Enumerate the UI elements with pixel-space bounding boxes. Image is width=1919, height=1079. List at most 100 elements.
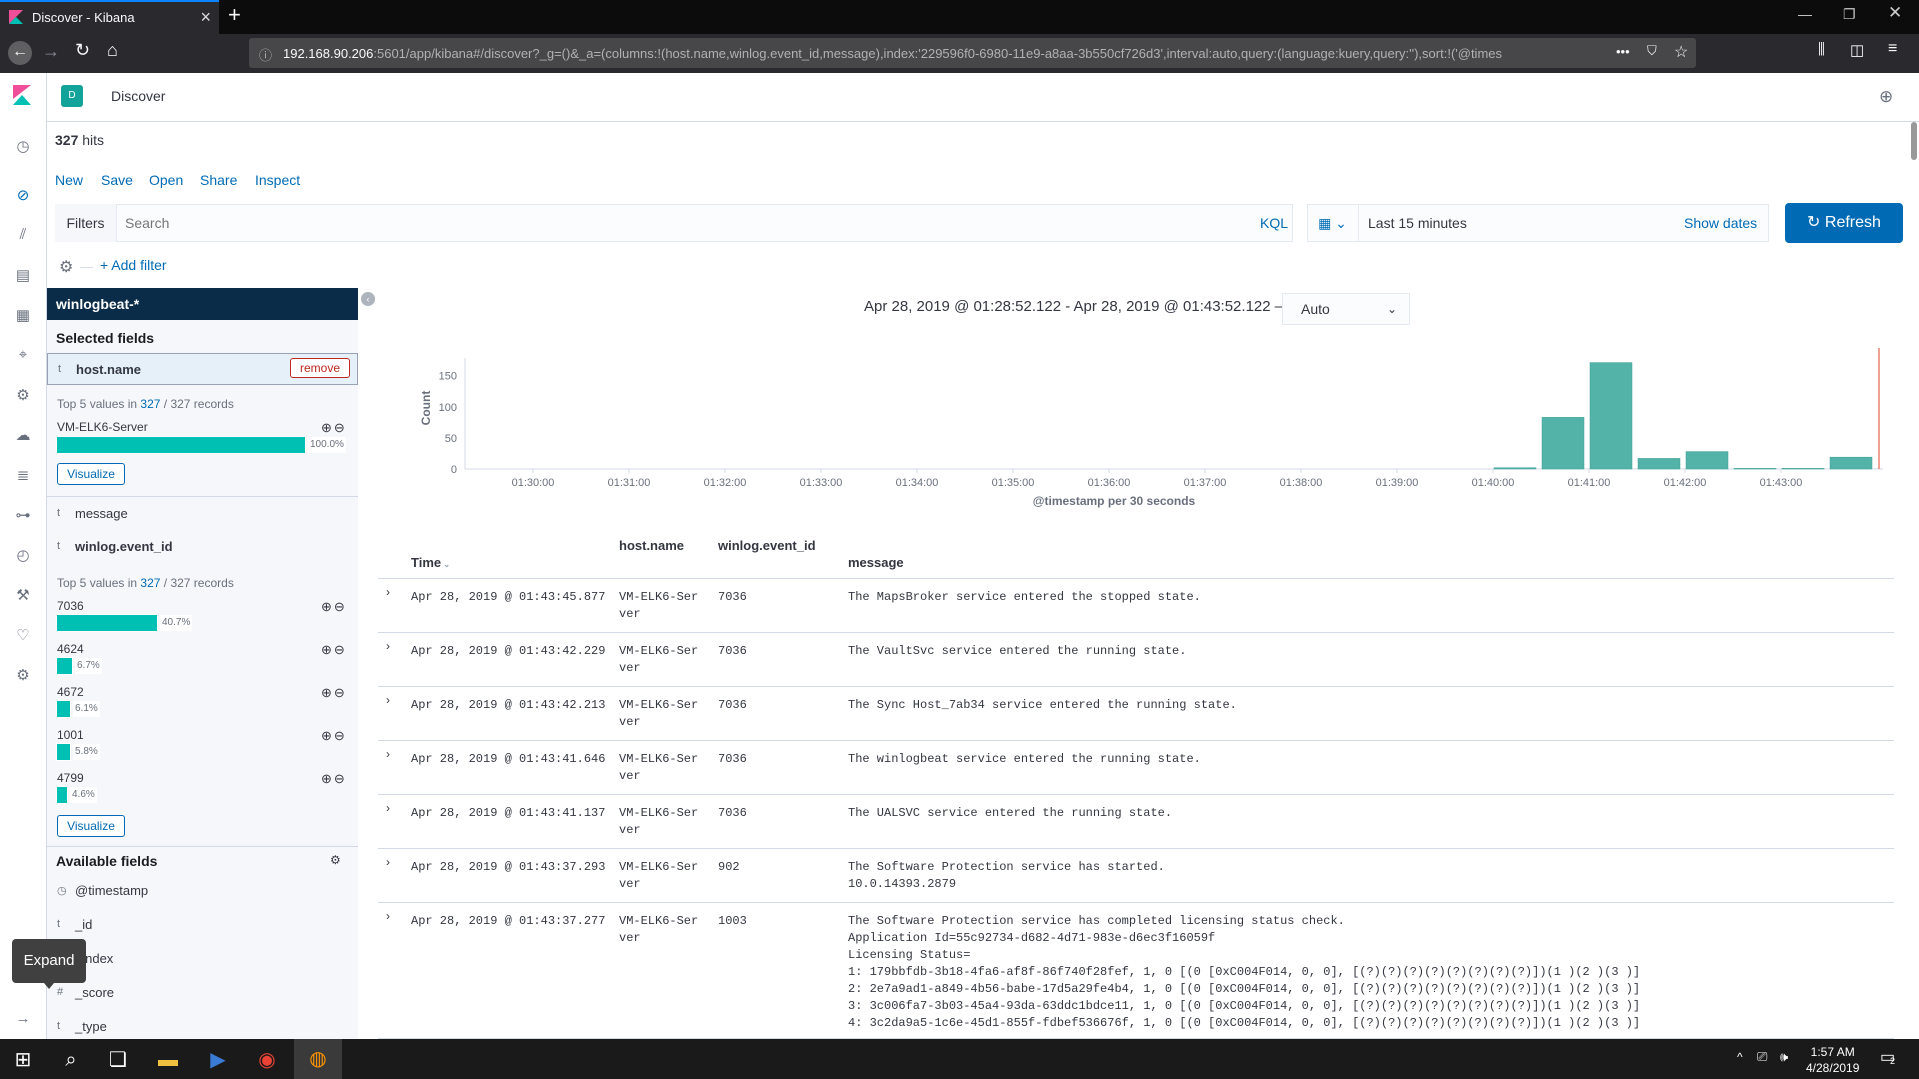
table-row[interactable]: › Apr 28, 2019 @ 01:43:41.646 VM-ELK6-Ser … [378, 741, 1894, 795]
pocket-icon[interactable]: ⛉ [1647, 43, 1657, 59]
field-id[interactable]: t _id [47, 909, 358, 941]
filter-magnify-icon[interactable]: ⊕⊖ [321, 420, 347, 436]
infrastructure-icon[interactable]: ☁ [14, 426, 32, 444]
field-message[interactable]: t message [47, 498, 358, 530]
ml-icon[interactable]: ⚙ [14, 386, 32, 404]
space-badge[interactable]: D [61, 85, 83, 107]
management-icon[interactable]: ⚙ [14, 666, 32, 684]
task-view-icon[interactable]: ❏ [104, 1046, 132, 1074]
file-explorer-icon[interactable]: ▬ [154, 1046, 182, 1074]
table-row[interactable]: › Apr 28, 2019 @ 01:43:37.293 VM-ELK6-Ser … [378, 849, 1894, 903]
field-index[interactable]: t_index [47, 943, 358, 975]
table-row[interactable]: › Apr 28, 2019 @ 01:43:37.277 VM-ELK6-Ser … [378, 903, 1894, 1039]
filter-magnify-icon[interactable]: ⊕⊖ [321, 642, 347, 658]
apm-icon[interactable]: ⊶ [14, 506, 32, 524]
field-event-id[interactable]: t winlog.event_id [47, 531, 358, 563]
row-expand-icon[interactable]: › [386, 639, 390, 653]
firefox-icon[interactable]: ◍ [294, 1039, 342, 1079]
remove-button[interactable]: remove [290, 358, 350, 378]
bookmark-star-icon[interactable]: ☆ [1674, 42, 1688, 62]
maps-icon[interactable]: ⌖ [14, 346, 32, 364]
filter-magnify-icon[interactable]: ⊕⊖ [321, 599, 347, 615]
filter-magnify-icon[interactable]: ⊕⊖ [321, 771, 347, 787]
logs-icon[interactable]: ≣ [14, 466, 32, 484]
new-link[interactable]: New [55, 172, 83, 188]
filter-magnify-icon[interactable]: ⊕⊖ [321, 728, 347, 744]
share-link[interactable]: Share [200, 172, 237, 188]
index-pattern[interactable]: winlogbeat-* [47, 288, 358, 320]
save-link[interactable]: Save [101, 172, 133, 188]
column-event-id[interactable]: winlog.event_id [718, 538, 816, 553]
taskbar-clock[interactable]: 1:57 AM 4/28/2019 [1806, 1044, 1859, 1076]
devtools-icon[interactable]: ⚒ [14, 586, 32, 604]
row-expand-icon[interactable]: › [386, 855, 390, 869]
minimize-icon[interactable]: — [1798, 6, 1812, 22]
column-host[interactable]: host.name [619, 538, 684, 553]
open-link[interactable]: Open [149, 172, 183, 188]
table-row[interactable]: › Apr 28, 2019 @ 01:43:42.229 VM-ELK6-Ser … [378, 633, 1894, 687]
field-timestamp[interactable]: ◷ @timestamp [47, 875, 358, 907]
restore-icon[interactable]: ❐ [1843, 6, 1856, 23]
kibana-logo-icon[interactable] [13, 85, 31, 105]
expand-arrow-icon[interactable]: → [14, 1010, 32, 1028]
time-range[interactable]: Last 15 minutes [1368, 215, 1467, 231]
canvas-icon[interactable]: ▦ [14, 306, 32, 324]
monitoring-icon[interactable]: ♡ [14, 626, 32, 644]
interval-select[interactable]: Auto ⌄ [1282, 293, 1410, 325]
recent-icon[interactable]: ◷ [14, 137, 32, 155]
dashboard-icon[interactable]: ▤ [14, 266, 32, 284]
visualize-button[interactable]: Visualize [57, 815, 125, 837]
back-icon[interactable]: ← [8, 41, 32, 65]
windows-start-icon[interactable]: ⊞ [9, 1046, 37, 1074]
add-filter-link[interactable]: + Add filter [100, 257, 167, 273]
help-icon[interactable]: ⊕ [1879, 87, 1893, 107]
field-score[interactable]: # _score [47, 977, 358, 1009]
inspect-link[interactable]: Inspect [255, 172, 300, 188]
close-tab-icon[interactable]: × [200, 7, 211, 28]
url-bar[interactable]: ⓘ 192.168.90.206:5601/app/kibana#/discov… [249, 38, 1696, 68]
volume-icon[interactable]: 🕪 [1780, 1049, 1788, 1065]
close-window-icon[interactable]: ✕ [1888, 3, 1902, 23]
collapse-sidebar-icon[interactable]: ‹ [361, 292, 375, 306]
network-icon[interactable]: ⎚ [1757, 1049, 1767, 1065]
show-dates-link[interactable]: Show dates [1684, 215, 1757, 231]
filter-magnify-icon[interactable]: ⊕⊖ [321, 685, 347, 701]
chrome-icon[interactable]: ◉ [253, 1046, 281, 1074]
row-expand-icon[interactable]: › [386, 909, 390, 923]
library-icon[interactable]: ⫼ [1818, 41, 1825, 58]
browser-tab[interactable]: Discover - Kibana × [0, 0, 219, 34]
powershell-icon[interactable]: ▶ [204, 1046, 232, 1074]
reload-icon[interactable]: ↻ [75, 40, 90, 61]
refresh-button[interactable]: ↻ Refresh [1785, 203, 1903, 243]
search-icon[interactable]: ⌕ [57, 1046, 85, 1074]
kql-toggle[interactable]: KQL [1260, 215, 1288, 231]
table-row[interactable]: › Apr 28, 2019 @ 01:43:41.137 VM-ELK6-Ser … [378, 795, 1894, 849]
x-tick-label: 01:43:00 [1760, 477, 1803, 489]
uptime-icon[interactable]: ◴ [14, 546, 32, 564]
sort-icon[interactable]: ⌄ [441, 560, 450, 569]
filter-settings-gear-icon[interactable]: ⚙ [59, 257, 73, 277]
search-input[interactable] [125, 206, 1225, 240]
forward-icon[interactable]: → [42, 41, 60, 62]
table-row[interactable]: › Apr 28, 2019 @ 01:43:42.213 VM-ELK6-Ser … [378, 687, 1894, 741]
row-expand-icon[interactable]: › [386, 585, 390, 599]
row-expand-icon[interactable]: › [386, 693, 390, 707]
row-expand-icon[interactable]: › [386, 747, 390, 761]
home-icon[interactable]: ⌂ [107, 40, 118, 61]
discover-icon[interactable]: ⊘ [14, 186, 32, 204]
row-expand-icon[interactable]: › [386, 801, 390, 815]
column-time[interactable]: Time ⌄ [411, 555, 450, 570]
visualize-icon[interactable]: ⫽ [14, 226, 32, 244]
calendar-icon[interactable]: ▦ ⌄ [1307, 204, 1359, 242]
available-fields-gear-icon[interactable]: ⚙ [330, 853, 341, 867]
sidebar-icon[interactable]: ◫ [1850, 41, 1864, 59]
scrollbar[interactable] [1911, 122, 1917, 160]
tray-chevron-icon[interactable]: ^ [1737, 1050, 1743, 1064]
menu-icon[interactable]: ≡ [1888, 40, 1897, 58]
new-tab-icon[interactable]: + [228, 2, 241, 28]
table-row[interactable]: › Apr 28, 2019 @ 01:43:45.877 VM-ELK6-Ser … [378, 579, 1894, 633]
column-message[interactable]: message [848, 555, 904, 570]
visualize-button[interactable]: Visualize [57, 463, 125, 485]
info-icon[interactable]: ⓘ [259, 45, 272, 64]
more-icon[interactable]: ••• [1616, 44, 1630, 59]
